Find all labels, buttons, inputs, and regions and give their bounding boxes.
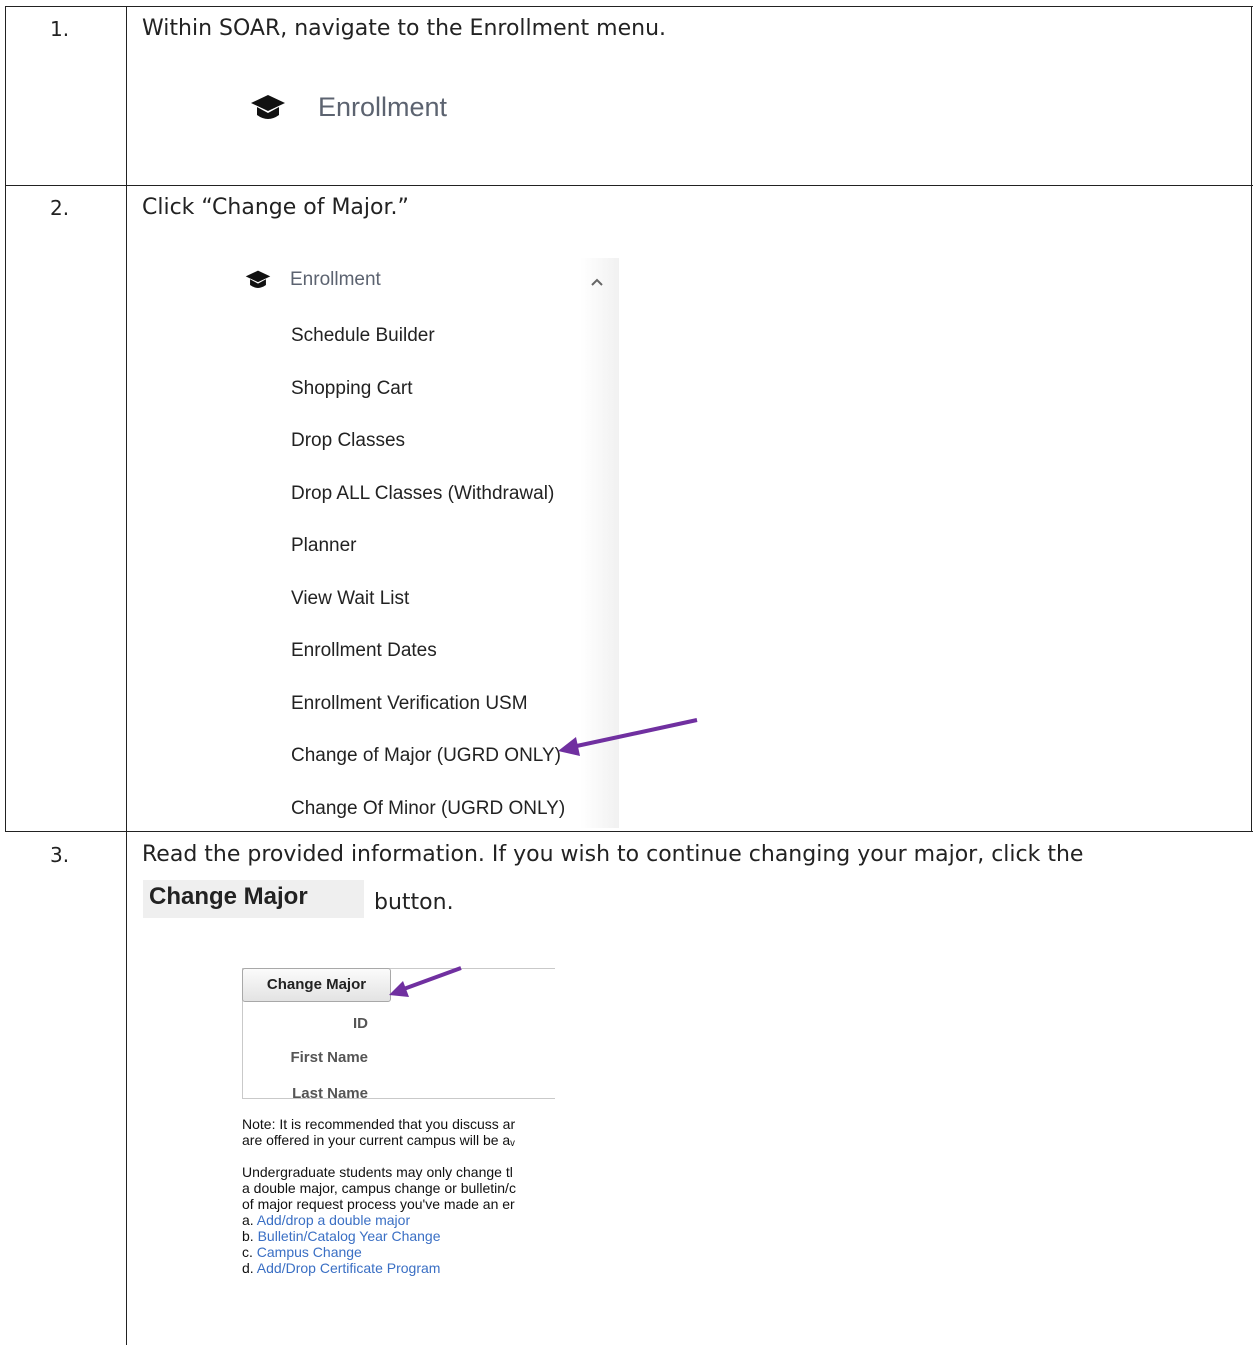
link-bulletin-catalog-change[interactable]: Bulletin/Catalog Year Change (258, 1228, 441, 1244)
menu-item-drop-classes[interactable]: Drop Classes (291, 430, 405, 452)
link-add-drop-certificate[interactable]: Add/Drop Certificate Program (257, 1260, 441, 1276)
menu-item-enrollment-dates[interactable]: Enrollment Dates (291, 640, 437, 662)
enrollment-label: Enrollment (318, 92, 448, 122)
field-label-last-name: Last Name (292, 1085, 368, 1102)
change-major-button[interactable]: Change Major (242, 968, 391, 1002)
note-line-1: Note: It is recommended that you discuss… (242, 1116, 516, 1132)
menu-item-view-wait-list[interactable]: View Wait List (291, 588, 409, 610)
step-number-2: 2. (50, 196, 70, 220)
link-campus-change[interactable]: Campus Change (257, 1244, 362, 1260)
menu-item-shopping-cart[interactable]: Shopping Cart (291, 378, 412, 400)
arrow-pointer-icon (558, 718, 698, 756)
row-divider-2 (5, 831, 1253, 832)
field-label-id: ID (353, 1015, 368, 1032)
step-2-text: Click “Change of Major.” (142, 195, 409, 220)
arrow-pointer-icon (389, 966, 462, 997)
field-label-first-name: First Name (290, 1049, 368, 1066)
enrollment-menu-header[interactable]: Enrollment (245, 269, 381, 291)
option-a-prefix: a. (242, 1212, 257, 1228)
menu-item-planner[interactable]: Planner (291, 535, 357, 557)
para-line-3: of major request process you've made an … (242, 1196, 515, 1212)
para-line-2: a double major, campus change or bulleti… (242, 1180, 516, 1196)
table-border-top (5, 6, 1253, 7)
menu-item-drop-all-classes[interactable]: Drop ALL Classes (Withdrawal) (291, 483, 554, 505)
instruction-table: 1. 2. 3. Within SOAR, navigate to the En… (0, 0, 1253, 1345)
menu-item-enrollment-verification[interactable]: Enrollment Verification USM (291, 693, 528, 715)
link-add-drop-double-major[interactable]: Add/drop a double major (257, 1212, 410, 1228)
option-d-prefix: d. (242, 1260, 257, 1276)
option-c: c. Campus Change (242, 1244, 555, 1260)
menu-item-schedule-builder[interactable]: Schedule Builder (291, 325, 435, 347)
graduation-cap-icon (245, 270, 271, 288)
graduation-cap-icon (251, 94, 285, 119)
option-c-prefix: c. (242, 1244, 257, 1260)
step-number-1: 1. (50, 17, 70, 41)
step-number-3: 3. (50, 843, 70, 867)
option-d: d. Add/Drop Certificate Program (242, 1260, 555, 1276)
table-border-left (5, 6, 6, 832)
option-b: b. Bulletin/Catalog Year Change (242, 1228, 555, 1244)
chevron-up-icon[interactable] (589, 276, 605, 288)
column-divider (126, 6, 127, 1345)
change-major-inline-button[interactable]: Change Major (143, 880, 364, 918)
table-border-right (1251, 6, 1252, 832)
option-a: a. Add/drop a double major (242, 1212, 555, 1228)
menu-item-change-of-major[interactable]: Change of Major (UGRD ONLY) (291, 745, 561, 767)
enrollment-menu-header-label: Enrollment (290, 269, 381, 290)
step-1-text: Within SOAR, navigate to the Enrollment … (142, 16, 667, 41)
note-line-2: are offered in your current campus will … (242, 1132, 515, 1148)
menu-item-change-of-minor[interactable]: Change Of Minor (UGRD ONLY) (291, 798, 565, 820)
step-3-text: Read the provided information. If you wi… (142, 842, 1084, 867)
para-line-1: Undergraduate students may only change t… (242, 1164, 513, 1180)
button-suffix-text: button. (374, 890, 454, 915)
row-divider-1 (5, 185, 1253, 186)
enrollment-menu-image[interactable]: Enrollment (250, 92, 447, 123)
option-b-prefix: b. (242, 1228, 258, 1244)
